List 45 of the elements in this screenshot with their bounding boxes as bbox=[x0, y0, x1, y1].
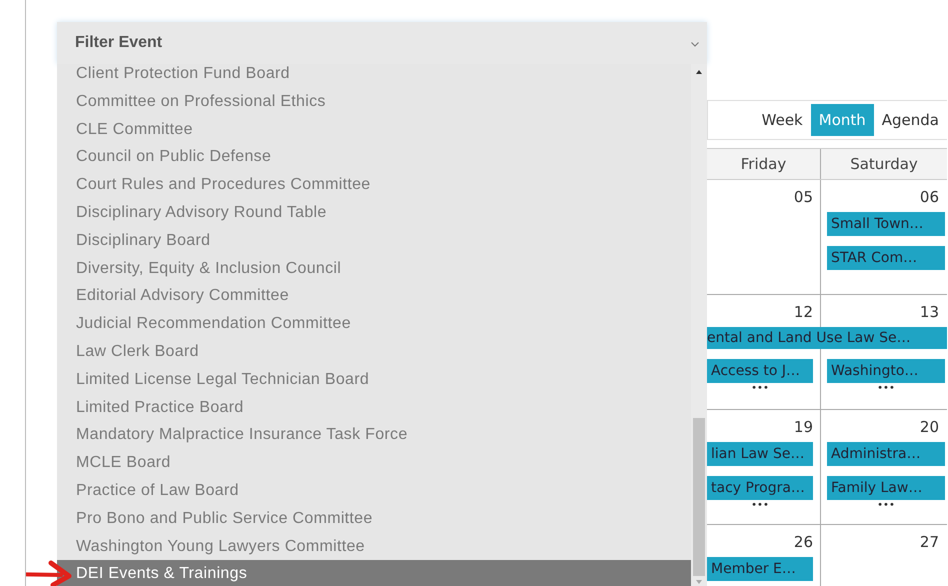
scroll-down-icon[interactable] bbox=[696, 580, 702, 584]
dropdown-option[interactable]: Limited Practice Board bbox=[57, 394, 691, 422]
scroll-up-icon[interactable] bbox=[696, 70, 702, 74]
dropdown-option[interactable]: Court Rules and Procedures Committee bbox=[57, 171, 691, 199]
dropdown-option[interactable]: Committee on Professional Ethics bbox=[57, 88, 691, 116]
event-chip[interactable]: STAR Com… bbox=[827, 246, 945, 270]
dropdown-option[interactable]: Washington Young Lawyers Committee bbox=[57, 532, 691, 560]
date-number: 13 bbox=[920, 303, 939, 321]
event-chip[interactable]: tacy Progra… bbox=[707, 476, 813, 500]
date-number: 20 bbox=[920, 418, 939, 436]
event-chip[interactable]: Member E… bbox=[707, 557, 813, 581]
event-chip[interactable]: lian Law Se… bbox=[707, 442, 813, 466]
day-header: Saturday bbox=[849, 154, 919, 175]
dropdown-option[interactable]: Disciplinary Advisory Round Table bbox=[57, 198, 691, 227]
dropdown-option[interactable]: Judicial Recommendation Committee bbox=[57, 310, 691, 338]
dropdown-option[interactable]: Law Clerk Board bbox=[57, 338, 691, 366]
dropdown-option[interactable]: Pro Bono and Public Service Committee bbox=[57, 504, 691, 533]
dropdown-option[interactable]: MCLE Board bbox=[57, 449, 691, 477]
date-number: 05 bbox=[794, 188, 813, 206]
dropdown-option[interactable]: Editorial Advisory Committee bbox=[57, 282, 691, 310]
date-number: 26 bbox=[794, 533, 813, 551]
event-chip[interactable]: Administra… bbox=[827, 442, 945, 466]
date-number: 12 bbox=[794, 303, 813, 321]
dropdown-option[interactable]: CLE Committee bbox=[57, 116, 691, 144]
event-chip[interactable]: Small Town… bbox=[827, 212, 945, 236]
event-chip[interactable]: Access to J… bbox=[707, 359, 813, 383]
date-number: 06 bbox=[920, 188, 939, 206]
dropdown-option[interactable]: Diversity, Equity & Inclusion Council bbox=[57, 254, 691, 282]
event-chip[interactable]: Family Law… bbox=[827, 476, 945, 500]
date-number: 19 bbox=[794, 418, 813, 436]
scrollbar[interactable] bbox=[691, 64, 707, 586]
event-chip[interactable]: Washingto… bbox=[827, 359, 945, 383]
dropdown-option[interactable]: Council on Public Defense bbox=[57, 143, 691, 172]
dropdown-option[interactable]: Mandatory Malpractice Insurance Task Force bbox=[57, 421, 691, 450]
chevron-icon bbox=[691, 42, 699, 46]
dropdown-option[interactable]: Practice of Law Board bbox=[57, 476, 691, 505]
scroll-thumb[interactable] bbox=[693, 418, 705, 576]
dropdown-option[interactable]: Client Protection Fund Board bbox=[57, 64, 691, 88]
dropdown-option[interactable]: DEI Events & Trainings bbox=[57, 560, 691, 586]
filter-select[interactable]: Filter Event bbox=[57, 22, 707, 64]
date-number: 27 bbox=[920, 533, 939, 551]
dropdown-option[interactable]: Limited License Legal Technician Board bbox=[57, 366, 691, 394]
dropdown-option[interactable]: Disciplinary Board bbox=[57, 226, 691, 255]
event-chip[interactable]: ental and Land Use Law Se… bbox=[707, 327, 947, 349]
view-tab[interactable]: Month bbox=[810, 104, 874, 136]
